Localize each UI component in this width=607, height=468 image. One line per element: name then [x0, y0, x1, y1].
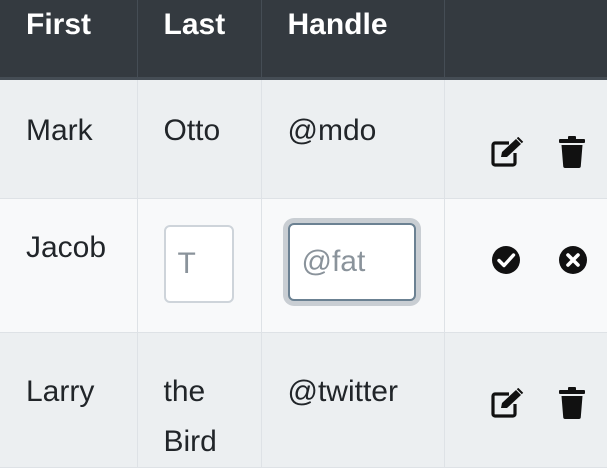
trash-icon[interactable] [559, 387, 585, 419]
column-header-handle: Handle [261, 0, 444, 78]
table-row: Mark Otto @mdo [0, 78, 607, 198]
handle-input[interactable] [288, 223, 416, 301]
users-table: First Last Handle Mark Otto @mdo [0, 0, 607, 468]
cell-last: Otto [137, 78, 261, 198]
cell-actions [444, 78, 607, 198]
edit-icon[interactable] [491, 137, 525, 167]
table-header-row: First Last Handle [0, 0, 607, 78]
cell-last [137, 198, 261, 332]
table-row: Larry the Bird @twitter [0, 332, 607, 467]
trash-icon[interactable] [559, 136, 585, 168]
cell-first: Mark [0, 78, 137, 198]
last-name-input[interactable] [164, 225, 234, 303]
column-header-last: Last [137, 0, 261, 78]
check-circle-icon[interactable] [491, 245, 521, 275]
cell-first: Jacob [0, 198, 137, 332]
cell-handle: @mdo [261, 78, 444, 198]
column-header-actions [444, 0, 607, 78]
x-circle-icon[interactable] [558, 245, 588, 275]
edit-icon[interactable] [491, 388, 525, 418]
cell-handle: @twitter [261, 332, 444, 467]
cell-actions [444, 198, 607, 332]
row-actions [445, 231, 607, 275]
row-actions [445, 333, 607, 419]
row-actions [445, 114, 607, 168]
cell-first: Larry [0, 332, 137, 467]
cell-last: the Bird [137, 332, 261, 467]
column-header-first: First [0, 0, 137, 78]
cell-handle [261, 198, 444, 332]
table-row-editing: Jacob [0, 198, 607, 332]
cell-actions [444, 332, 607, 467]
